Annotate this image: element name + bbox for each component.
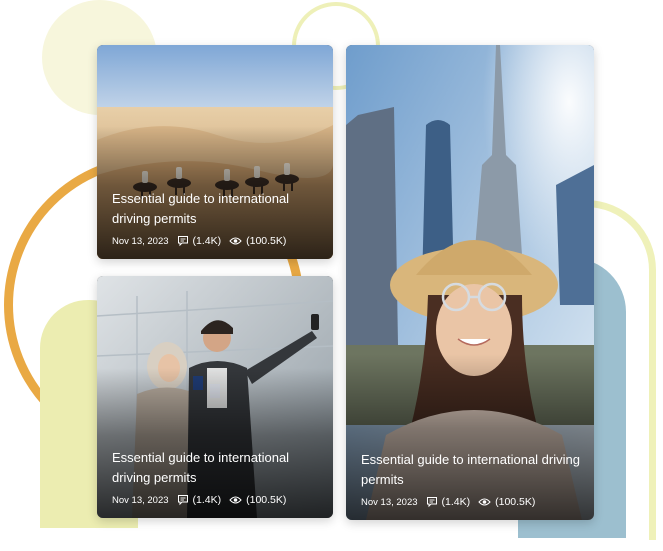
article-card[interactable]: Essential guide to international driving…	[97, 45, 333, 259]
article-card[interactable]: Essential guide to international driving…	[346, 45, 594, 520]
view-count: (100.5K)	[229, 235, 286, 247]
view-count-value: (100.5K)	[246, 235, 287, 247]
article-date: Nov 13, 2023	[112, 494, 169, 506]
comment-count-value: (1.4K)	[192, 235, 222, 247]
comment-count-value: (1.4K)	[192, 494, 222, 506]
article-meta: Nov 13, 2023 (1.4K) (100.5K)	[112, 235, 321, 247]
article-card[interactable]: Essential guide to international driving…	[97, 276, 333, 518]
comment-icon	[177, 235, 189, 247]
article-title[interactable]: Essential guide to international driving…	[361, 450, 582, 490]
decorative-yellow-line	[586, 200, 656, 540]
article-meta: Nov 13, 2023 (1.4K) (100.5K)	[112, 494, 321, 506]
eye-icon	[478, 497, 491, 507]
view-count: (100.5K)	[478, 496, 535, 508]
view-count-value: (100.5K)	[495, 496, 536, 508]
comment-count-value: (1.4K)	[441, 496, 471, 508]
comment-count: (1.4K)	[426, 496, 471, 508]
article-title[interactable]: Essential guide to international driving…	[112, 189, 321, 229]
view-count: (100.5K)	[229, 494, 286, 506]
comment-count: (1.4K)	[177, 235, 222, 247]
eye-icon	[229, 236, 242, 246]
article-meta: Nov 13, 2023 (1.4K) (100.5K)	[361, 496, 582, 508]
comment-icon	[426, 496, 438, 508]
article-info: Essential guide to international driving…	[361, 450, 582, 508]
article-date: Nov 13, 2023	[112, 235, 169, 247]
comment-icon	[177, 494, 189, 506]
article-title[interactable]: Essential guide to international driving…	[112, 448, 321, 488]
article-date: Nov 13, 2023	[361, 496, 418, 508]
article-info: Essential guide to international driving…	[112, 448, 321, 506]
comment-count: (1.4K)	[177, 494, 222, 506]
view-count-value: (100.5K)	[246, 494, 287, 506]
eye-icon	[229, 495, 242, 505]
article-info: Essential guide to international driving…	[112, 189, 321, 247]
